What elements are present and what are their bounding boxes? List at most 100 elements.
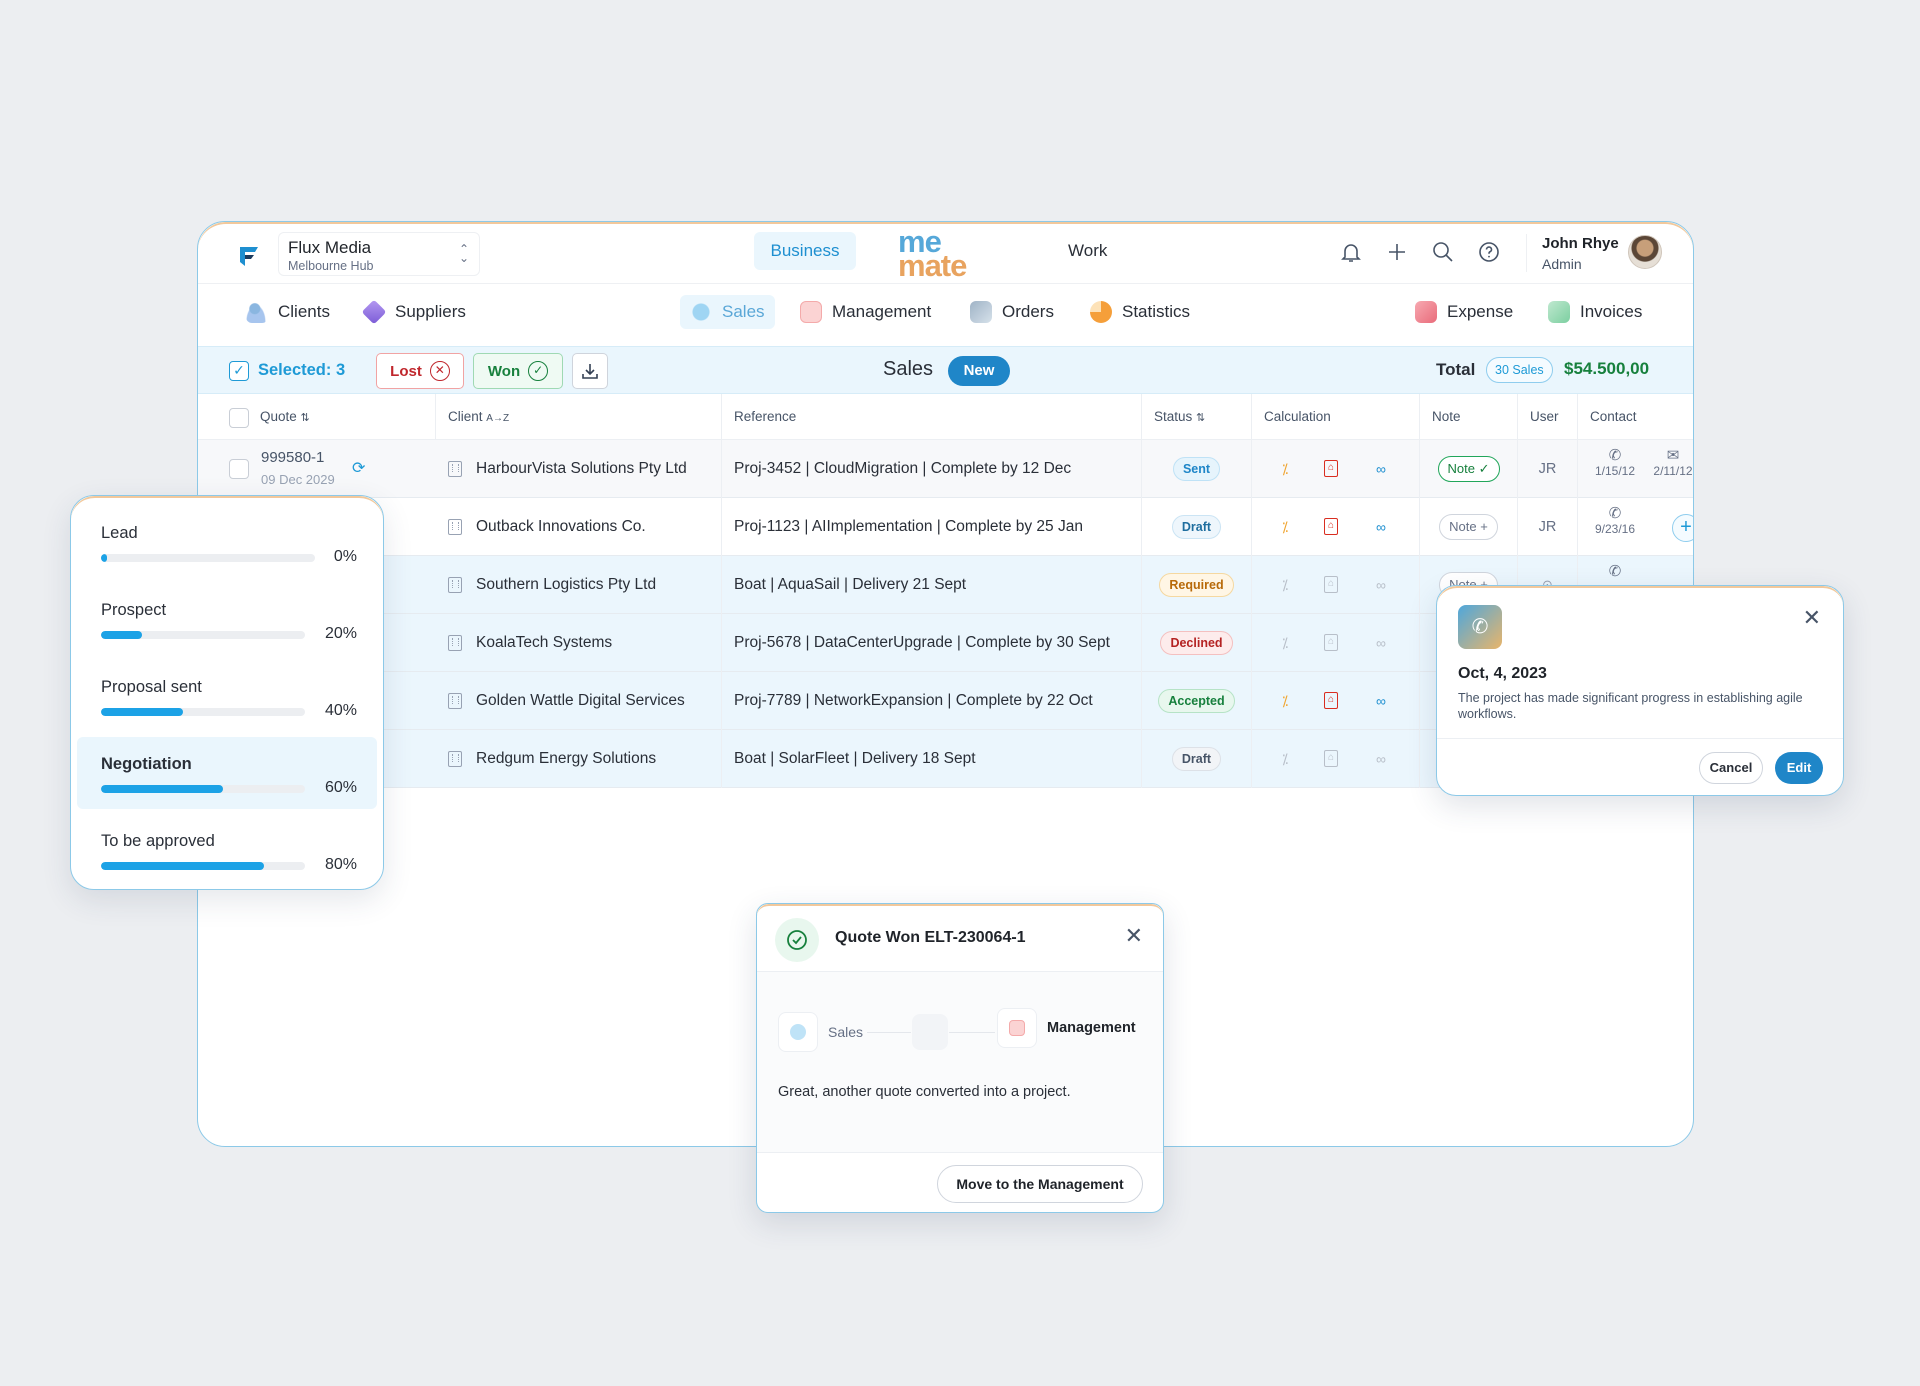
reference-cell: Boat | AquaSail | Delivery 21 Sept [722,556,1142,614]
link-icon[interactable]: ∞ [1372,518,1390,536]
building-icon [448,635,462,651]
phone-icon[interactable]: ✆ [1600,562,1630,580]
select-all-checkbox[interactable]: ✓ [229,361,249,381]
avatar[interactable] [1628,235,1662,269]
percent-icon[interactable]: ⁒ [1276,692,1294,710]
note-pill[interactable]: Note + [1439,514,1498,540]
status-badge[interactable]: Sent [1172,457,1221,481]
pdf-icon[interactable]: ⌂ [1324,634,1338,651]
col-status[interactable]: Status ⇅ [1142,394,1252,440]
mode-work-tab[interactable]: Work [1068,232,1107,270]
header-checkbox[interactable] [229,408,249,428]
plus-icon[interactable] [1384,239,1410,265]
status-badge[interactable]: Required [1159,573,1234,597]
pdf-icon[interactable]: ⌂ [1324,692,1338,709]
nav-invoices[interactable]: Invoices [1538,295,1652,329]
contact-entry[interactable]: ✆ 9/23/16 [1590,504,1640,536]
mark-won-button[interactable]: Won ✓ [473,353,563,389]
pipeline-stage[interactable]: Lead 0% [77,506,377,578]
note-cell: Note + [1420,498,1518,556]
building-icon [448,577,462,593]
clients-icon [246,301,268,323]
col-reference[interactable]: Reference [722,394,1142,440]
org-switcher[interactable]: Flux Media Melbourne Hub ⌃ ⌄ [278,232,480,276]
invoices-icon [1548,301,1570,323]
mode-business-tab[interactable]: Business [754,232,856,270]
table-row[interactable]: 999580-1 09 Dec 2029 ⟳ HarbourVista Solutio… [198,440,1693,498]
row-checkbox[interactable] [229,459,249,479]
pdf-icon[interactable]: ⌂ [1324,518,1338,535]
add-contact-button[interactable]: + [1672,514,1693,542]
link-icon[interactable]: ∞ [1372,750,1390,768]
note-pill[interactable]: Note ✓ [1437,456,1500,482]
progress-fill [101,785,224,793]
management-icon [800,301,822,323]
close-icon[interactable]: ✕ [1803,607,1821,629]
link-icon[interactable]: ∞ [1372,576,1390,594]
reference-text: Proj-7789 | NetworkExpansion | Complete … [734,692,1093,709]
lost-label: Lost [390,362,422,380]
stage-percent: 60% [324,779,357,796]
refresh-icon[interactable]: ⟳ [352,458,365,478]
edit-button[interactable]: Edit [1775,752,1823,784]
status-badge[interactable]: Draft [1171,747,1222,771]
nav-statistics[interactable]: Statistics [1080,295,1200,329]
percent-icon[interactable]: ⁒ [1276,576,1294,594]
page-title: Sales [883,358,934,380]
percent-icon[interactable]: ⁒ [1276,634,1294,652]
nav-orders[interactable]: Orders [960,295,1064,329]
nav-expense[interactable]: Expense [1405,295,1523,329]
col-quote[interactable]: Quote ⇅ [248,394,436,440]
pdf-icon[interactable]: ⌂ [1324,576,1338,593]
top-bar: Flux Media Melbourne Hub ⌃ ⌄ Business me … [198,222,1693,284]
stage-label: Lead [101,524,138,542]
pipeline-stage[interactable]: Prospect 20% [77,583,377,655]
move-to-management-button[interactable]: Move to the Management [937,1165,1143,1203]
user-initials: JR [1538,519,1557,535]
percent-icon[interactable]: ⁒ [1276,750,1294,768]
link-icon[interactable]: ∞ [1372,460,1390,478]
help-icon[interactable] [1476,239,1502,265]
reference-cell: Proj-5678 | DataCenterUpgrade | Complete… [722,614,1142,672]
close-icon[interactable]: ✕ [1125,925,1143,947]
status-badge[interactable]: Accepted [1158,689,1235,713]
pipeline-stage[interactable]: Proposal sent 40% [77,660,377,732]
cancel-button[interactable]: Cancel [1699,752,1763,784]
table-row[interactable]: Outback Innovations Co. Proj-1123 | AIImp… [198,498,1693,556]
pipeline-stage[interactable]: Negotiation 60% [77,737,377,809]
selected-count: Selected: 3 [258,361,346,379]
bell-icon[interactable] [1338,239,1364,265]
flux-logo-icon[interactable] [234,241,264,271]
col-client[interactable]: Client A→Z [436,394,722,440]
stage-label: To be approved [101,832,215,850]
status-cell: Draft [1142,498,1252,556]
contact-entry[interactable]: ✉ 2/11/12 [1648,446,1693,478]
status-badge[interactable]: Draft [1171,515,1222,539]
pdf-icon[interactable]: ⌂ [1324,460,1338,477]
quote-number: 999580-1 [261,449,325,466]
search-icon[interactable] [1430,239,1456,265]
status-cell: Draft [1142,730,1252,788]
pdf-icon[interactable]: ⌂ [1324,750,1338,767]
nav-suppliers-label: Suppliers [395,302,466,321]
nav-sales[interactable]: Sales [680,295,775,329]
client-cell: Southern Logistics Pty Ltd [436,556,722,614]
user-info[interactable]: John Rhye Admin [1542,234,1619,274]
stage-percent: 80% [324,856,357,873]
nav-clients[interactable]: Clients [236,295,340,329]
nav-management[interactable]: Management [790,295,941,329]
new-sale-button[interactable]: New [948,356,1010,386]
link-icon[interactable]: ∞ [1372,692,1390,710]
download-button[interactable] [572,353,608,389]
status-badge[interactable]: Declined [1160,631,1233,655]
contact-entry[interactable]: ✆ 1/15/12 [1590,446,1640,478]
mark-lost-button[interactable]: Lost ✕ [376,353,464,389]
percent-icon[interactable]: ⁒ [1276,460,1294,478]
link-icon[interactable]: ∞ [1372,634,1390,652]
phone-call-icon: ✆ [1458,605,1502,649]
note-date: Oct, 4, 2023 [1458,665,1547,682]
percent-icon[interactable]: ⁒ [1276,518,1294,536]
client-cell: Redgum Energy Solutions [436,730,722,788]
pipeline-stage[interactable]: To be approved 80% [77,814,377,886]
nav-suppliers[interactable]: Suppliers [353,295,476,329]
